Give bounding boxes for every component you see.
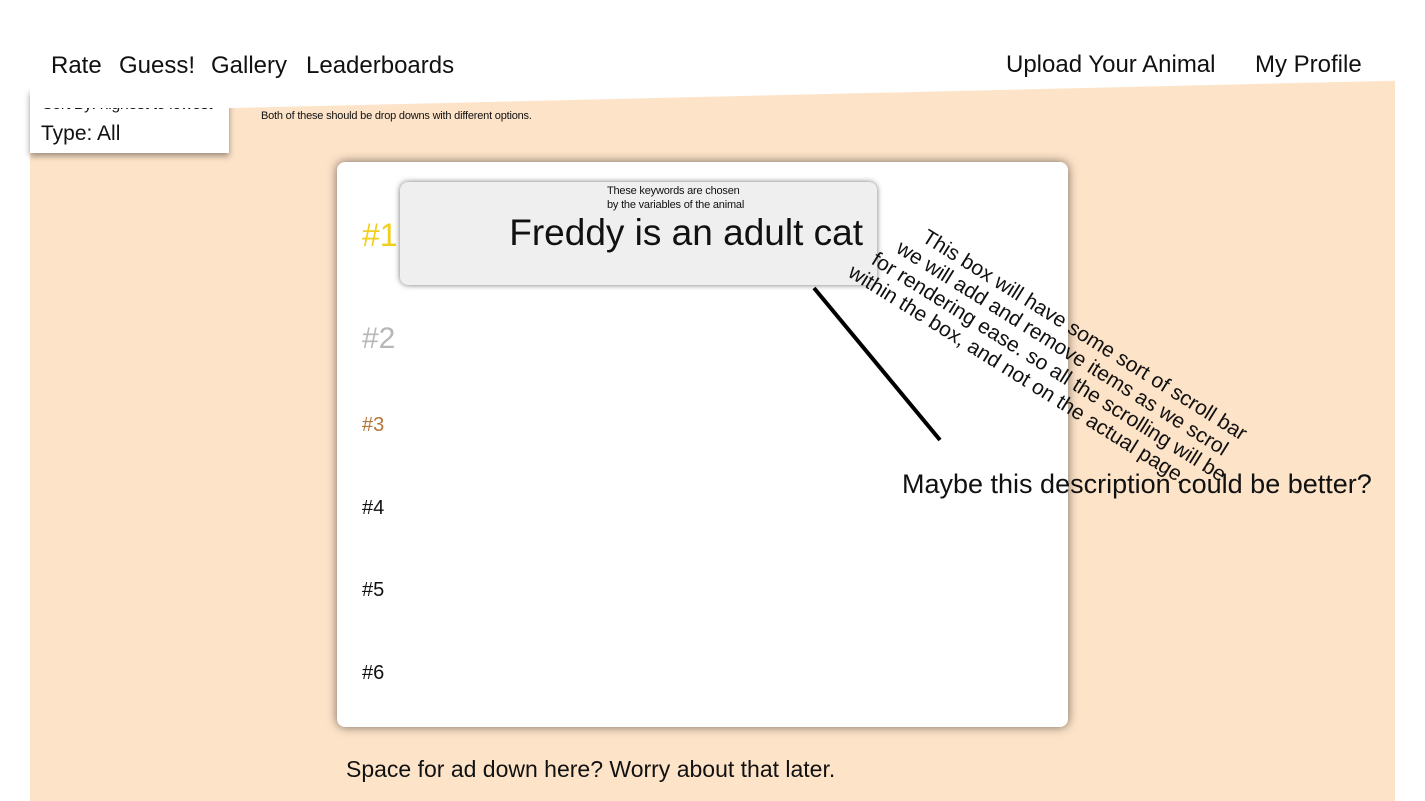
nav-link-leaderboards[interactable]: Leaderboards [306, 52, 454, 80]
nav-link-upload-animal[interactable]: Upload Your Animal [1006, 51, 1215, 79]
nav-link-guess[interactable]: Guess! [119, 52, 195, 80]
nav-link-gallery[interactable]: Gallery [211, 52, 287, 80]
ad-space-annotation: Space for ad down here? Worry about that… [346, 756, 836, 782]
nav-link-rate[interactable]: Rate [51, 52, 102, 80]
description-annotation: Maybe this description could be better? [902, 469, 1372, 499]
nav-link-my-profile[interactable]: My Profile [1255, 51, 1362, 79]
type-dropdown[interactable]: Type: All [41, 122, 120, 146]
